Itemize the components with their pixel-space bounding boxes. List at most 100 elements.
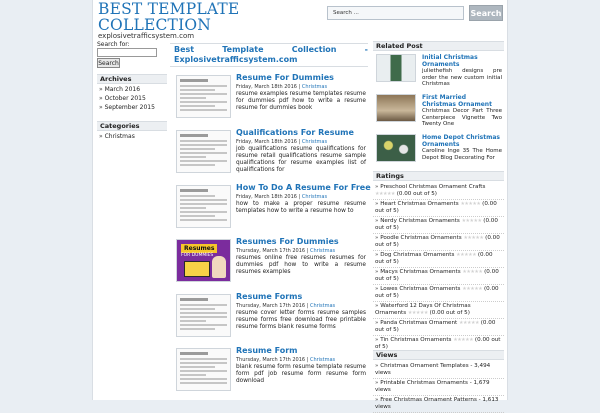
site-title[interactable]: BEST TEMPLATE COLLECTION — [98, 1, 239, 33]
views-list: Christmas Ornament Templates - 3,494 vie… — [373, 362, 504, 413]
views-heading: Views — [373, 350, 504, 360]
rating-link[interactable]: Panda Christmas Ornament — [380, 320, 457, 326]
post-date: Friday, March 18th 2016 — [236, 194, 297, 200]
views-item[interactable]: Christmas Ornament Templates - 3,494 vie… — [373, 362, 504, 379]
post-title[interactable]: Qualifications For Resume — [236, 128, 354, 137]
book-illustration — [184, 261, 210, 277]
archive-item[interactable]: March 2016 — [97, 85, 167, 94]
rating-item: Waterford 12 Days Of Christmas Ornaments… — [373, 302, 504, 319]
person-illustration — [212, 256, 226, 278]
post-category-link[interactable]: Christmas — [302, 139, 327, 145]
post-meta: Thursday, March 17th 2016 | Christmas — [236, 248, 336, 254]
rating-link[interactable]: Nerdy Christmas Ornaments — [380, 218, 460, 224]
site-title-line2[interactable]: COLLECTION — [98, 17, 239, 33]
related-heading: Related Post — [373, 41, 504, 51]
related-title[interactable]: Initial Christmas Ornaments — [422, 54, 502, 68]
rating-link[interactable]: Lowes Christmas Ornaments — [380, 286, 460, 292]
rating-item: Panda Christmas Ornament ★★★★★ (0.00 out… — [373, 319, 504, 336]
post-meta: Friday, March 18th 2016 | Christmas — [236, 139, 328, 145]
star-rating-icon[interactable]: ★★★★★ — [459, 320, 479, 326]
post-meta: Thursday, March 17th 2016 | Christmas — [236, 357, 336, 363]
site-title-line1[interactable]: BEST TEMPLATE — [98, 1, 239, 17]
ratings-heading: Ratings — [373, 171, 504, 181]
sidebar-search-input[interactable] — [97, 48, 157, 57]
rating-item: Lowes Christmas Ornaments ★★★★★ (0.00 ou… — [373, 285, 504, 302]
star-rating-icon[interactable]: ★★★★★ — [462, 218, 482, 224]
star-rating-icon[interactable]: ★★★★★ — [408, 310, 428, 316]
post-meta: Friday, March 18th 2016 | Christmas — [236, 84, 328, 90]
header-search-button[interactable]: Search — [469, 5, 503, 21]
related-thumbnail[interactable] — [376, 134, 416, 162]
post-item: Resume Form Thursday, March 17th 2016 | … — [172, 346, 368, 406]
rating-item: Macys Christmas Ornaments ★★★★★ (0.00 ou… — [373, 268, 504, 285]
post-title[interactable]: Resume Forms — [236, 292, 302, 301]
post-excerpt: how to make a proper resume resume templ… — [236, 201, 366, 214]
post-title[interactable]: How To Do A Resume For Free — [236, 183, 371, 192]
related-item: Initial Christmas Ornaments juliethefish… — [375, 54, 503, 87]
related-text: Caroline Inge 35 The Home Depot Blog Dec… — [422, 148, 502, 161]
post-excerpt: resumes online free resumes resumes for … — [236, 255, 366, 275]
star-rating-icon[interactable]: ★★★★★ — [462, 269, 482, 275]
post-title[interactable]: Resume Form — [236, 346, 298, 355]
search-label: Search for: — [97, 41, 130, 48]
archive-item[interactable]: October 2015 — [97, 94, 167, 103]
archives-list: March 2016 October 2015 September 2015 — [97, 85, 167, 112]
post-item: Resumes FOR DUMMIES Resumes For Dummies … — [172, 237, 368, 297]
rating-link[interactable]: Preschool Christmas Ornament Crafts — [380, 184, 485, 190]
star-rating-icon[interactable]: ★★★★★ — [453, 337, 473, 343]
views-item[interactable]: Printable Christmas Ornaments - 1,679 vi… — [373, 379, 504, 396]
star-rating-icon[interactable]: ★★★★★ — [462, 286, 482, 292]
post-category-link[interactable]: Christmas — [302, 194, 327, 200]
star-rating-icon[interactable]: ★★★★★ — [460, 201, 480, 207]
rating-link[interactable]: Poodle Christmas Ornaments — [380, 235, 461, 241]
related-thumbnail[interactable] — [376, 54, 416, 82]
rating-value: (0.00 out of 5) — [396, 191, 437, 197]
related-title[interactable]: Home Depot Christmas Ornaments — [422, 134, 502, 148]
related-text: juliethefish designs pre order the new c… — [422, 68, 502, 87]
post-excerpt: blank resume form resume template resume… — [236, 364, 366, 384]
rating-link[interactable]: Tin Christmas Ornaments — [380, 337, 451, 343]
views-item[interactable]: Free Christmas Ornament Patterns - 1,613… — [373, 396, 504, 413]
thumb-subtitle: FOR DUMMIES — [181, 253, 214, 258]
post-excerpt: resume cover letter forms resume samples… — [236, 310, 366, 330]
related-title[interactable]: First Married Christmas Ornament — [422, 94, 502, 108]
header-search-input[interactable]: Search ... — [327, 6, 464, 20]
rating-link[interactable]: Dog Christmas Ornaments — [380, 252, 454, 258]
rating-link[interactable]: Heart Christmas Ornaments — [380, 201, 458, 207]
rating-item: Preschool Christmas Ornament Crafts ★★★★… — [373, 183, 504, 200]
archives-heading: Archives — [97, 74, 167, 84]
post-thumbnail[interactable]: Resumes FOR DUMMIES — [176, 239, 231, 282]
ratings-list: Preschool Christmas Ornament Crafts ★★★★… — [373, 183, 504, 353]
star-rating-icon[interactable]: ★★★★★ — [456, 252, 476, 258]
archive-item[interactable]: September 2015 — [97, 103, 167, 112]
thumb-title: Resumes — [181, 244, 218, 253]
related-thumbnail[interactable] — [376, 94, 416, 122]
site-tagline: explosivetrafficsystem.com — [98, 32, 195, 40]
rating-link[interactable]: Macys Christmas Ornaments — [380, 269, 460, 275]
post-thumbnail[interactable] — [176, 294, 231, 337]
sidebar-search-button[interactable]: Search — [97, 58, 120, 68]
post-date: Friday, March 18th 2016 — [236, 139, 297, 145]
star-rating-icon[interactable]: ★★★★★ — [375, 191, 395, 197]
post-thumbnail[interactable] — [176, 75, 231, 118]
rating-item: Dog Christmas Ornaments ★★★★★ (0.00 out … — [373, 251, 504, 268]
post-thumbnail[interactable] — [176, 185, 231, 228]
post-category-link[interactable]: Christmas — [310, 303, 335, 309]
post-date: Friday, March 18th 2016 — [236, 84, 297, 90]
post-category-link[interactable]: Christmas — [302, 84, 327, 90]
post-category-link[interactable]: Christmas — [310, 248, 335, 254]
post-excerpt: resume examples resume templates resume … — [236, 91, 366, 111]
rating-value: (0.00 out of 5) — [429, 310, 470, 316]
post-category-link[interactable]: Christmas — [310, 357, 335, 363]
post-date: Thursday, March 17th 2016 — [236, 248, 306, 254]
categories-heading: Categories — [97, 121, 167, 131]
post-thumbnail[interactable] — [176, 130, 231, 173]
category-item[interactable]: Christmas — [97, 132, 167, 141]
rating-item: Heart Christmas Ornaments ★★★★★ (0.00 ou… — [373, 200, 504, 217]
post-title[interactable]: Resume For Dummies — [236, 73, 334, 82]
star-rating-icon[interactable]: ★★★★★ — [463, 235, 483, 241]
post-thumbnail[interactable] — [176, 348, 231, 391]
rating-item: Poodle Christmas Ornaments ★★★★★ (0.00 o… — [373, 234, 504, 251]
post-excerpt: job qualifications resume qualifications… — [236, 146, 366, 173]
post-title[interactable]: Resumes For Dummies — [236, 237, 339, 246]
